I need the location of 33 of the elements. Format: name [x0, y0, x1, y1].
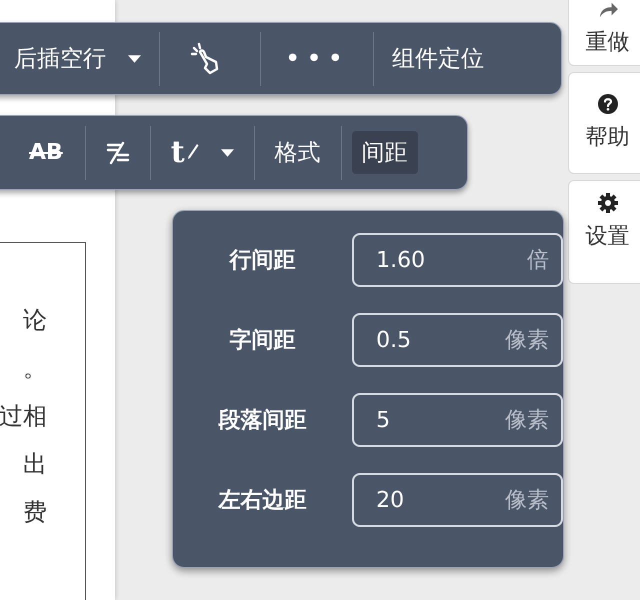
- text-color-button[interactable]: t: [150, 135, 254, 170]
- field-label: 字间距: [228, 326, 297, 355]
- caret-icon: [220, 148, 234, 156]
- locate-component-button[interactable]: 组件定位: [374, 43, 502, 74]
- field-label: 行间距: [228, 247, 297, 275]
- hand-pointer-icon[interactable]: [190, 42, 220, 76]
- unit-label: 像素: [505, 327, 549, 355]
- toolbar-tab[interactable]: 间距: [352, 131, 418, 174]
- unit-label: 像素: [505, 407, 549, 435]
- strikethrough-button[interactable]: AB: [9, 140, 85, 165]
- settings-icon: [598, 193, 618, 213]
- input-field[interactable]: 0.5 像素: [352, 313, 563, 367]
- toolbar-tab[interactable]: 格式: [264, 131, 331, 174]
- document-text: 过相: [0, 401, 47, 432]
- input-field[interactable]: 1.60 倍: [352, 233, 563, 287]
- document-text: 出: [23, 449, 47, 480]
- document-text: 费: [23, 497, 47, 528]
- help-icon: [598, 94, 618, 114]
- insert-line-dropdown[interactable]: 后插空行: [0, 43, 159, 74]
- sidebar-button[interactable]: 设置: [568, 180, 640, 284]
- unit-label: 倍: [527, 247, 549, 275]
- sidebar-button[interactable]: 重做: [568, 0, 640, 66]
- document-text: 论: [23, 305, 47, 336]
- more-button[interactable]: •••: [261, 44, 374, 74]
- clear-format-icon[interactable]: [106, 140, 130, 164]
- field-label: 左右边距: [217, 487, 308, 515]
- sidebar-button[interactable]: 帮助: [568, 72, 640, 174]
- document-text: 。: [23, 353, 47, 384]
- input-field[interactable]: 20 像素: [352, 473, 563, 527]
- field-label: 段落间距: [217, 407, 308, 435]
- caret-icon: [128, 54, 141, 62]
- input-field[interactable]: 5 像素: [352, 393, 563, 447]
- unit-label: 像素: [505, 487, 549, 515]
